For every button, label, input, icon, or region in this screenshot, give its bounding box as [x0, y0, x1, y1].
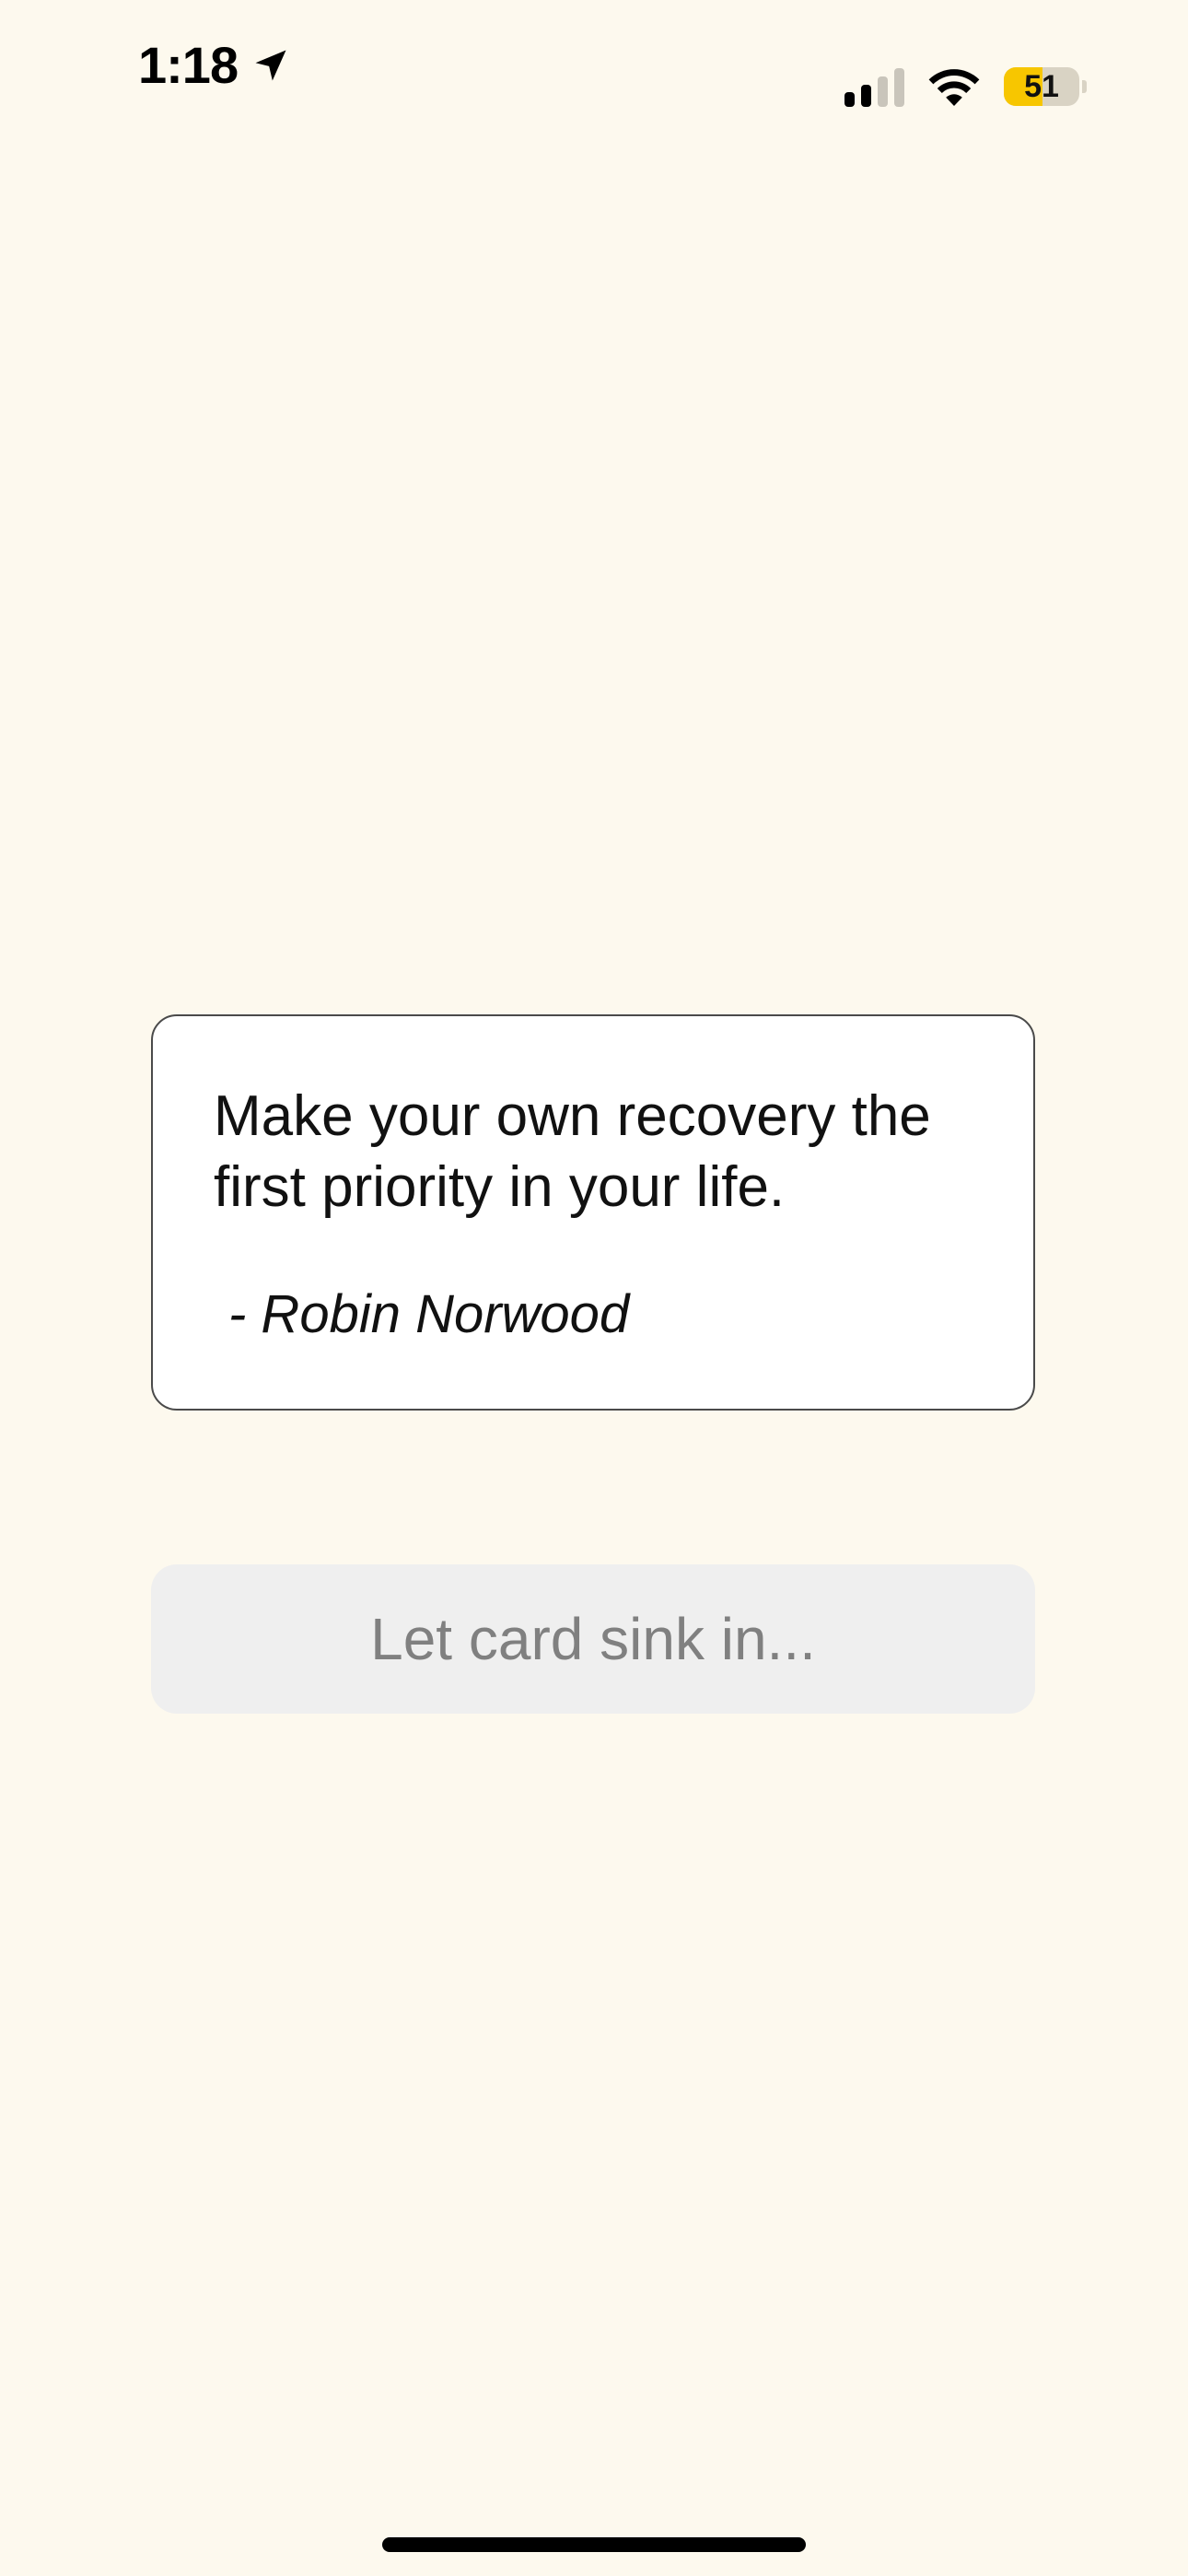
cellular-signal-icon: [844, 66, 904, 107]
signal-bar: [878, 76, 888, 107]
battery-cap: [1082, 80, 1087, 93]
signal-bar: [894, 68, 904, 107]
quote-text: Make your own recovery the first priorit…: [214, 1084, 931, 1219]
battery-percent: 51: [1024, 68, 1059, 104]
signal-bar: [861, 85, 871, 107]
battery-body: 51: [1004, 67, 1079, 106]
quote-card: Make your own recovery the first priorit…: [151, 1014, 1035, 1411]
home-indicator[interactable]: [382, 2537, 806, 2552]
location-arrow-icon: [255, 50, 286, 80]
status-bar: 1:18 51: [0, 0, 1188, 138]
wifi-icon: [928, 69, 980, 106]
signal-bar: [844, 92, 855, 107]
status-time: 1:18: [138, 36, 239, 94]
let-card-sink-in-button[interactable]: Let card sink in...: [151, 1564, 1035, 1714]
status-indicators: 51: [844, 66, 1087, 107]
quote-author: - Robin Norwood: [228, 1284, 630, 1344]
battery-icon: 51: [1004, 67, 1087, 106]
status-time-group: 1:18: [138, 35, 291, 95]
